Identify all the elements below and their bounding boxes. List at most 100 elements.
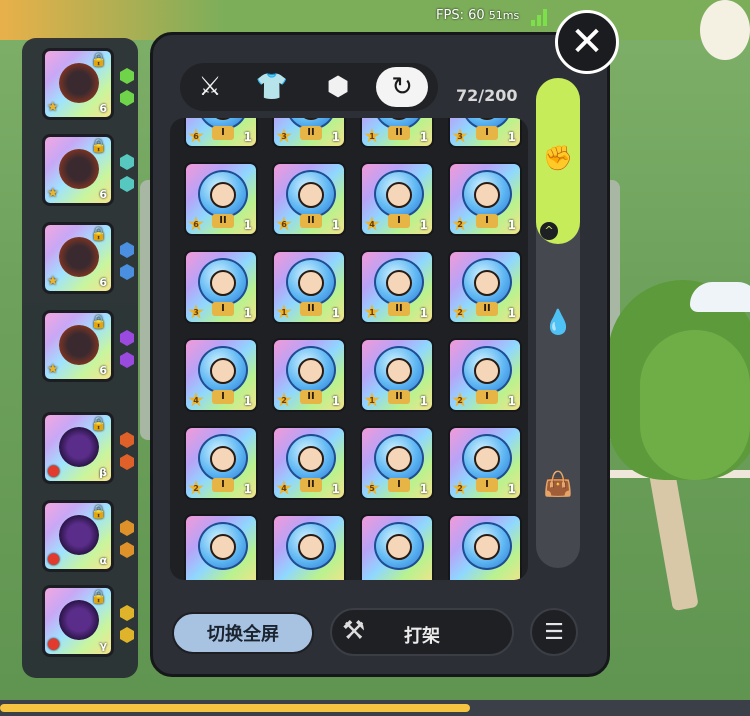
inventory-count: 72/200 <box>456 86 518 105</box>
rank-icon: ● <box>47 634 61 652</box>
side-filter-active[interactable]: ✊ <box>536 78 580 244</box>
close-button[interactable]: ✕ <box>555 10 619 74</box>
pet-portrait <box>210 182 236 208</box>
tier-badge: I <box>212 478 234 492</box>
pet-portrait <box>298 182 324 208</box>
search-filter-button[interactable]: ☰ <box>530 608 578 656</box>
pet-card[interactable]: II 1 1 <box>360 118 434 148</box>
pet-card[interactable]: I3 1 <box>184 250 258 324</box>
equipment-slot[interactable]: 🔒 ● α <box>42 500 114 572</box>
equipment-slot[interactable]: 🔒 ● γ <box>42 585 114 657</box>
equipment-level: β <box>99 466 107 479</box>
card-level: 1 <box>243 306 252 320</box>
tier-badge: I <box>212 126 234 140</box>
pet-card[interactable]: I2 1 <box>448 162 522 236</box>
pet-card[interactable]: II 3 1 <box>272 118 346 148</box>
pet-portrait <box>386 182 412 208</box>
card-level: 1 <box>419 394 428 408</box>
pet-portrait <box>298 270 324 296</box>
gem-icon[interactable]: ⬢ <box>318 69 358 105</box>
equipment-level: 6 <box>99 102 107 115</box>
rank-icon: ★ <box>47 186 59 201</box>
progress-bar <box>0 704 470 712</box>
card-level: 1 <box>507 306 516 320</box>
background-snow <box>690 282 750 312</box>
lock-icon: 🔒 <box>90 315 107 330</box>
tier-badge: I <box>476 126 498 140</box>
star-badge: 4 <box>364 216 380 231</box>
pet-card[interactable] <box>360 514 434 580</box>
pet-portrait <box>210 534 236 560</box>
pet-card[interactable] <box>448 514 522 580</box>
card-level: 1 <box>507 130 516 144</box>
equipment-slot[interactable]: 🔒 ★ 6 <box>42 222 114 294</box>
armor-icon[interactable]: 👕 <box>252 69 292 105</box>
bag-icon[interactable]: 👜 <box>536 470 580 498</box>
drop-icon[interactable]: 💧 <box>536 308 580 336</box>
pet-card[interactable]: II 1 1 <box>272 250 346 324</box>
equipment-art <box>59 427 99 467</box>
pet-card[interactable]: I4 1 <box>360 162 434 236</box>
pet-portrait <box>386 534 412 560</box>
pet-portrait <box>298 534 324 560</box>
star-badge: 4 <box>188 392 204 407</box>
swirl-pet-icon[interactable]: ↻ <box>376 67 428 107</box>
pet-portrait <box>298 358 324 384</box>
equipment-slot[interactable]: 🔒 ★ 6 <box>42 134 114 206</box>
tier-badge: I <box>476 478 498 492</box>
rank-icon: ● <box>47 461 61 479</box>
equipment-slot[interactable]: 🔒 ● β <box>42 412 114 484</box>
pet-card[interactable]: I2 1 <box>448 338 522 412</box>
fight-button-label: 打架 <box>404 626 440 647</box>
pet-card[interactable]: I2 1 <box>184 426 258 500</box>
star-badge: 1 <box>364 304 380 319</box>
pet-portrait <box>210 270 236 296</box>
tier-badge: II <box>300 214 322 228</box>
pet-card[interactable]: I3 1 <box>448 118 522 148</box>
equipment-level: 6 <box>99 188 107 201</box>
pet-card[interactable]: II 2 1 <box>272 338 346 412</box>
pet-portrait <box>474 358 500 384</box>
card-level: 1 <box>243 482 252 496</box>
crossed-swords-icon[interactable]: ⚔ <box>190 69 230 105</box>
lock-icon: 🔒 <box>90 53 107 68</box>
card-level: 1 <box>419 130 428 144</box>
star-badge: 6 <box>276 216 292 231</box>
pet-portrait <box>386 270 412 296</box>
pet-card[interactable]: II 6 1 <box>184 162 258 236</box>
card-grid-scroll[interactable]: I 6 1 II 3 1 II 1 1 I 3 1 II 6 1 II 6 1 I 4 1 I 2 1 I 3 1 II 1 1 II 1 1 I… <box>170 118 528 580</box>
pet-card[interactable] <box>184 514 258 580</box>
equipment-art <box>59 63 99 103</box>
fight-button[interactable]: ⚒ 打架 <box>330 608 514 656</box>
equipment-slot[interactable]: 🔒 ★ 6 <box>42 310 114 382</box>
tier-badge: I <box>476 390 498 404</box>
card-level: 1 <box>331 394 340 408</box>
star-badge: 1 <box>276 304 292 319</box>
card-level: 1 <box>331 482 340 496</box>
pet-card[interactable]: I6 1 <box>184 118 258 148</box>
pet-card[interactable]: II 1 1 <box>360 250 434 324</box>
tier-badge: I <box>212 390 234 404</box>
pet-card[interactable]: I2 1 <box>448 426 522 500</box>
pet-portrait <box>298 446 324 472</box>
pet-card[interactable]: I5 1 <box>360 426 434 500</box>
lock-icon: 🔒 <box>90 139 107 154</box>
signal-icon <box>531 9 547 26</box>
pet-card[interactable]: II 6 1 <box>272 162 346 236</box>
star-badge: 2 <box>276 392 292 407</box>
pet-card[interactable]: II 1 1 <box>360 338 434 412</box>
pet-card[interactable]: I4 1 <box>184 338 258 412</box>
pet-portrait <box>474 446 500 472</box>
star-badge: 1 <box>364 128 380 143</box>
fullscreen-button[interactable]: 切换全屏 <box>172 612 314 654</box>
pet-card[interactable]: II 2 1 <box>448 250 522 324</box>
tier-badge: I <box>388 478 410 492</box>
pet-card[interactable]: II 4 1 <box>272 426 346 500</box>
lock-icon: 🔒 <box>90 590 107 605</box>
equipment-slot[interactable]: 🔒 ★ 6 <box>42 48 114 120</box>
card-level: 1 <box>419 306 428 320</box>
rank-icon: ★ <box>47 100 59 115</box>
card-level: 1 <box>507 218 516 232</box>
pet-card[interactable] <box>272 514 346 580</box>
star-badge: 2 <box>188 480 204 495</box>
